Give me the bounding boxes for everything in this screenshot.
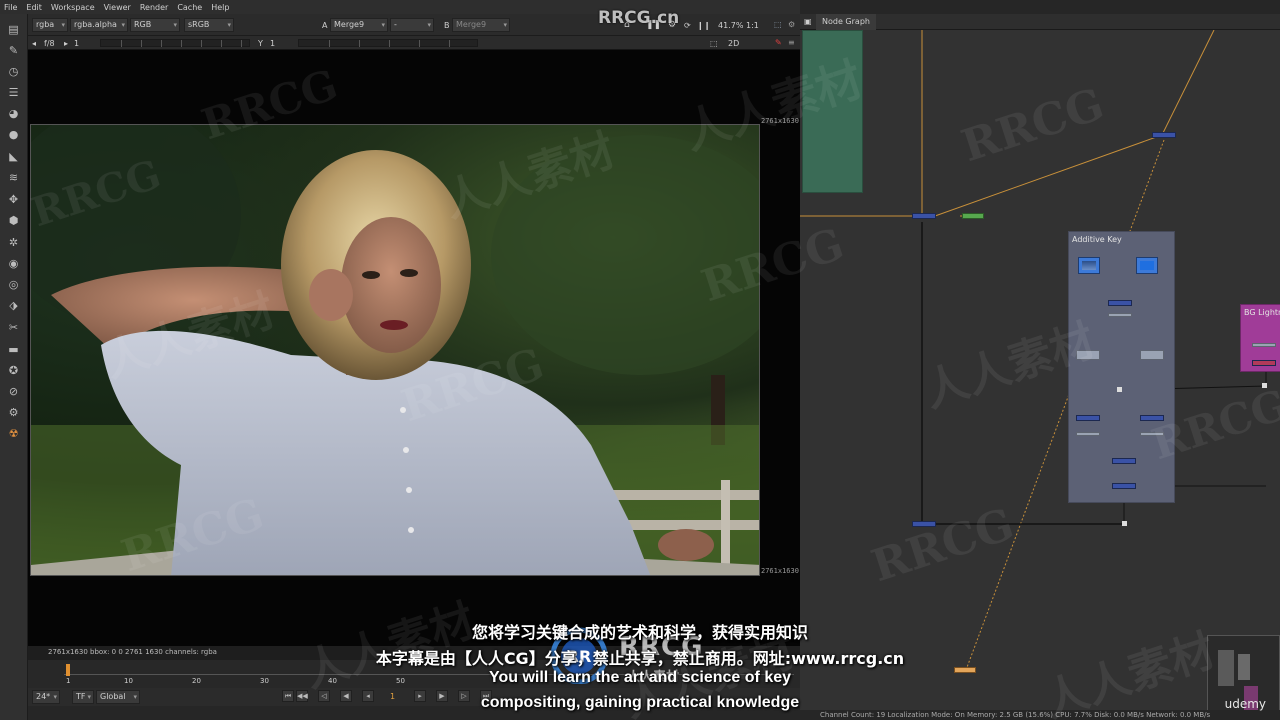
node-bg-light-b[interactable] <box>1252 360 1276 366</box>
node-pipes <box>800 30 1267 671</box>
backdrop-teal[interactable] <box>802 30 863 193</box>
node-merge-a[interactable] <box>1108 300 1132 306</box>
node-grade-left[interactable] <box>1076 350 1100 360</box>
viewer-image[interactable] <box>30 124 760 576</box>
pointer-icon[interactable]: ▤ <box>6 22 21 37</box>
viewer-controls: rgba rgba.alpha RGB sRGB A Merge9 - B Me… <box>28 14 800 36</box>
script-icon[interactable]: ☢ <box>6 426 21 441</box>
node-shuffle-a[interactable] <box>1108 313 1132 317</box>
y-label: Y <box>258 39 263 48</box>
refresh-icon[interactable]: ⟳ <box>684 21 691 30</box>
read-node-thumbnail-1[interactable] <box>1078 257 1100 274</box>
roi-icon[interactable]: ⬚ <box>774 20 782 29</box>
menu-render[interactable]: Render <box>140 3 168 12</box>
draw-icon[interactable]: ◣ <box>6 149 21 164</box>
merge-icon[interactable]: ✥ <box>6 192 21 207</box>
menu-workspace[interactable]: Workspace <box>51 3 95 12</box>
backdrop-additive-key-title: Additive Key <box>1072 235 1122 244</box>
y-value[interactable]: 1 <box>270 39 275 48</box>
metadata-icon[interactable]: ✂ <box>6 320 21 335</box>
node-green[interactable] <box>962 213 984 219</box>
node-copy-left[interactable] <box>1076 432 1100 436</box>
viewer-controls-secondary: ◂ f/8 ▸ 1 Y 1 ⬚ 2D ✎ ≡ <box>28 36 800 50</box>
paint-icon[interactable]: ✎ <box>6 43 21 58</box>
furnace-icon[interactable]: ⊘ <box>6 384 21 399</box>
view-mode-value[interactable]: 2D <box>728 39 739 48</box>
node-graph-header: ▣ Node Graph <box>800 14 1280 30</box>
zoom-value[interactable]: 41.7% <box>718 21 743 30</box>
compare-mode-dropdown[interactable]: - <box>390 18 434 32</box>
input-b-label: B <box>444 21 450 30</box>
node-copy-right[interactable] <box>1140 432 1164 436</box>
node-output[interactable] <box>1112 483 1136 489</box>
node-dot-2[interactable] <box>1122 521 1127 526</box>
menu-bar: File Edit Workspace Viewer Render Cache … <box>0 0 800 14</box>
menu-edit[interactable]: Edit <box>26 3 42 12</box>
3d-icon[interactable]: ✲ <box>6 235 21 250</box>
filter-icon[interactable]: ● <box>6 127 21 142</box>
views-icon[interactable]: ⬗ <box>6 298 21 313</box>
viewer-menu-icon[interactable]: ≡ <box>788 38 795 47</box>
node-merge-combine[interactable] <box>1112 458 1136 464</box>
particles-icon[interactable]: ◉ <box>6 256 21 271</box>
node-graph[interactable]: Additive Key BG Lightn <box>800 30 1280 710</box>
tab-node-graph[interactable]: Node Graph <box>816 14 876 30</box>
nuke-icon[interactable]: ⚙ <box>6 405 21 420</box>
resolution-top: 2761x1630 <box>761 117 799 125</box>
input-b-dropdown[interactable]: Merge9 <box>452 18 510 32</box>
node-dot-main[interactable] <box>912 213 936 219</box>
time-icon[interactable]: ◷ <box>6 64 21 79</box>
display-dropdown[interactable]: sRGB <box>184 18 234 32</box>
input-a-dropdown[interactable]: Merge9 <box>330 18 388 32</box>
frame-label: 1 <box>74 39 80 48</box>
panel-menu-icon[interactable]: ▣ <box>804 17 812 26</box>
node-grade-right[interactable] <box>1140 350 1164 360</box>
node-toolbar: ▤ ✎ ◷ ☰ ◕ ● ◣ ≋ ✥ ⬢ ✲ ◉ ◎ ⬗ ✂ ▬ ✪ ⊘ ⚙ ☢ <box>0 14 28 720</box>
top-watermark: RRCG.cn <box>598 8 680 28</box>
portrait-image <box>31 125 759 575</box>
channels-dropdown[interactable]: rgba <box>32 18 68 32</box>
subtitle-line-2: 本字幕是由【人人CG】分享，禁止共享，禁止商用。网址:www.rrcg.cn <box>375 649 905 668</box>
menu-cache[interactable]: Cache <box>177 3 202 12</box>
subtitle-line-4: compositing, gaining practical knowledge <box>480 694 800 711</box>
gamma-slider[interactable] <box>298 39 478 47</box>
transform-icon[interactable]: ⬢ <box>6 213 21 228</box>
backdrop-bg-light-title: BG Lightn <box>1244 308 1280 317</box>
other-icon[interactable]: ✪ <box>6 363 21 378</box>
node-bottom-left[interactable] <box>912 521 936 527</box>
menu-file[interactable]: File <box>4 3 17 12</box>
gamma-icon[interactable]: ▸ <box>64 39 68 48</box>
subtitle-line-3: You will learn the art and science of ke… <box>488 669 792 686</box>
keyer-icon[interactable]: ≋ <box>6 170 21 185</box>
node-merge-left[interactable] <box>1076 415 1100 421</box>
paint-off-icon[interactable]: ✎ <box>775 38 782 47</box>
deep-icon[interactable]: ◎ <box>6 277 21 292</box>
node-dot-3[interactable] <box>1262 383 1267 388</box>
input-a-label: A <box>322 21 328 30</box>
gain-icon[interactable]: ◂ <box>32 39 36 48</box>
viewmode-icon[interactable]: ⬚ <box>710 39 718 48</box>
viewer[interactable]: 2761x1630 2761x1630 <box>28 50 800 646</box>
pause-render-icon[interactable]: ❙❙ <box>697 21 710 30</box>
menu-viewer[interactable]: Viewer <box>104 3 131 12</box>
layer-dropdown[interactable]: rgba.alpha <box>70 18 128 32</box>
gain-slider[interactable] <box>100 39 250 47</box>
menu-help[interactable]: Help <box>211 3 229 12</box>
fstop-label: f/8 <box>44 39 55 48</box>
read-node-thumbnail-2[interactable] <box>1136 257 1158 274</box>
node-bg-light-a[interactable] <box>1252 343 1276 347</box>
toolsets-icon[interactable]: ▬ <box>6 342 21 357</box>
color-icon[interactable]: ◕ <box>6 106 21 121</box>
resolution-bottom: 2761x1630 <box>761 567 799 575</box>
subtitle-line-1: 您将学习关键合成的艺术和科学，获得实用知识 <box>471 623 808 642</box>
colorspace-dropdown[interactable]: RGB <box>130 18 180 32</box>
udemy-logo: udemy <box>1224 697 1266 711</box>
channel-icon[interactable]: ☰ <box>6 85 21 100</box>
node-dot-1[interactable] <box>1117 387 1122 392</box>
settings-icon[interactable]: ⚙ <box>788 20 795 29</box>
node-top-right[interactable] <box>1152 132 1176 138</box>
node-merge-right[interactable] <box>1140 415 1164 421</box>
ratio-value[interactable]: 1:1 <box>746 21 759 30</box>
